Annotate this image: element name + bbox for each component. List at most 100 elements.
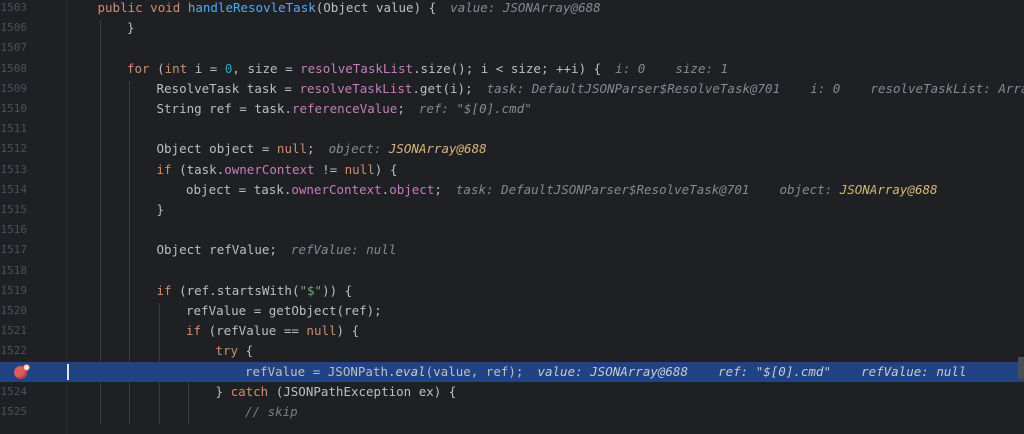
code-token: .size(); i < size; ++i) { [413,60,602,76]
code-line[interactable]: 1513 if (task.ownerContext != null) { [0,160,1024,180]
code-line[interactable]: 1509 ResolveTask task = resolveTaskList.g… [0,79,1024,99]
code-token: ownerContext [224,161,315,177]
line-number[interactable]: 1516 [0,220,28,240]
line-number[interactable]: 1510 [0,99,28,119]
inline-debug-value: task: DefaultJSONParser$ResolveTask@701 … [455,181,840,197]
code-line[interactable]: 1521 if (refValue == null) { [0,321,1024,341]
code-token: } [156,202,165,217]
inline-debug-value: value: JSONArray@688 ref: "$[0].cmd" ref… [537,363,967,379]
code-text[interactable]: // skip [245,402,298,422]
code-token: refValue = getObject(ref); [186,303,382,318]
inline-debug-value: task: DefaultJSONParser$ResolveTask@701 … [486,80,1024,96]
line-number[interactable]: 1524 [0,382,28,402]
code-token: Object object = [156,141,277,157]
line-number[interactable]: 1509 [0,79,28,99]
code-text[interactable]: object = task.ownerContext.object; task: … [186,180,938,200]
code-token: ) { [336,323,360,339]
code-token: for [127,60,158,76]
code-token: (ref.startsWith( [179,282,300,298]
code-line[interactable]: 1524 } catch (JSONPathException ex) { [0,382,1024,402]
code-text[interactable]: try { [216,341,254,361]
code-line[interactable]: 1516 [0,220,1024,240]
line-number[interactable]: 1517 [0,240,28,260]
line-number[interactable]: 1521 [0,321,28,341]
code-text[interactable]: for (int i = 0, size = resolveTaskList.s… [127,59,728,79]
code-token: ; [397,101,405,116]
code-token: ResolveTask task = [156,80,300,96]
code-token: null [306,323,337,339]
code-line[interactable]: 1512 Object object = null; object: JSONArr… [0,139,1024,159]
code-line[interactable]: 1518 [0,261,1024,281]
code-text[interactable]: if (ref.startsWith("$")) { [157,281,353,301]
code-line[interactable]: 1520 refValue = getObject(ref); [0,301,1024,321]
code-line[interactable]: 1525 // skip [0,402,1024,422]
code-text[interactable]: refValue = getObject(ref); [186,301,382,321]
code-text[interactable]: if (task.ownerContext != null) { [157,160,398,180]
code-line[interactable]: 1511 [0,119,1024,139]
line-number[interactable]: 1506 [0,18,28,38]
code-token: // skip [245,404,298,419]
code-token: catch [230,383,276,399]
code-text[interactable]: Object object = null; object: JSONArray@6… [157,139,487,159]
line-number[interactable]: 1513 [0,160,28,180]
code-token: object = task. [186,181,292,197]
code-text[interactable]: String ref = task.referenceValue; ref: "$… [157,99,532,119]
code-token: eval [395,363,426,379]
code-line[interactable]: 1517 Object refValue; refValue: null [0,240,1024,260]
line-number[interactable]: 1514 [0,180,28,200]
line-number[interactable]: 1522 [0,341,28,361]
code-text[interactable]: ResolveTask task = resolveTaskList.get(i… [157,79,1024,99]
code-line[interactable]: 1514 object = task.ownerContext.object; ta… [0,180,1024,200]
code-line[interactable]: 1510 String ref = task.referenceValue; ref… [0,99,1024,119]
code-token: ; [307,141,315,157]
code-text[interactable]: refValue = JSONPath.eval(value, ref); val… [245,362,966,382]
code-token: i = [194,60,225,76]
code-token: ownerContext [291,181,382,197]
code-line[interactable]: 1522 try { [0,341,1024,361]
code-line[interactable]: 1508 for (int i = 0, size = resolveTaskLi… [0,59,1024,79]
inline-debug-value: JSONArray@688 [839,181,938,197]
line-number[interactable]: 1525 [0,402,28,422]
inline-debug-value: refValue: null [290,242,397,258]
code-token: } [215,383,231,399]
code-text[interactable]: Object refValue; refValue: null [157,240,397,260]
code-text[interactable]: public void handleResovleTask(Object val… [98,0,601,18]
code-token: Object refValue; [156,242,277,258]
line-number[interactable]: 1512 [0,139,28,159]
line-number[interactable]: 1515 [0,200,28,220]
code-editor[interactable]: 1503 public void handleResovleTask(Object… [0,0,1024,434]
code-line[interactable]: 1519 if (ref.startsWith("$")) { [0,281,1024,301]
code-token: if [156,282,180,298]
code-token: (refValue == [208,323,307,339]
code-text[interactable]: if (refValue == null) { [186,321,359,341]
code-line[interactable]: 1506} [0,18,1024,38]
code-token: (value, ref); [425,363,524,379]
code-text[interactable]: } [157,200,165,220]
code-line[interactable]: 1503 public void handleResovleTask(Object… [0,0,1024,18]
line-number[interactable]: 1507 [0,38,28,58]
line-number[interactable]: 1520 [0,301,28,321]
breakpoint-icon[interactable] [14,363,30,379]
line-number[interactable]: 1508 [0,59,28,79]
code-token: handleResovleTask [187,0,316,15]
text-caret [67,363,69,380]
code-token: String ref = task. [156,101,292,116]
code-token: null [344,161,375,177]
code-token: resolveTaskList [300,60,414,76]
code-text[interactable]: } catch (JSONPathException ex) { [216,382,457,402]
code-token: != [314,161,345,177]
code-line[interactable]: 1507 [0,38,1024,58]
code-token: (Object value) { [315,0,437,15]
line-number[interactable]: 1503 [0,0,28,18]
code-token: } [127,20,135,36]
code-token: ; [434,181,442,197]
line-number[interactable]: 1519 [0,281,28,301]
line-number[interactable]: 1518 [0,261,28,281]
current-execution-line[interactable]: refValue = JSONPath.eval(value, ref); val… [0,361,1024,382]
code-line[interactable]: 1515} [0,200,1024,220]
code-token: ( [157,60,165,76]
line-number[interactable]: 1511 [0,119,28,139]
scrollbar-marker[interactable] [1018,357,1024,379]
code-text[interactable]: } [127,18,135,38]
code-token: null [276,141,308,157]
